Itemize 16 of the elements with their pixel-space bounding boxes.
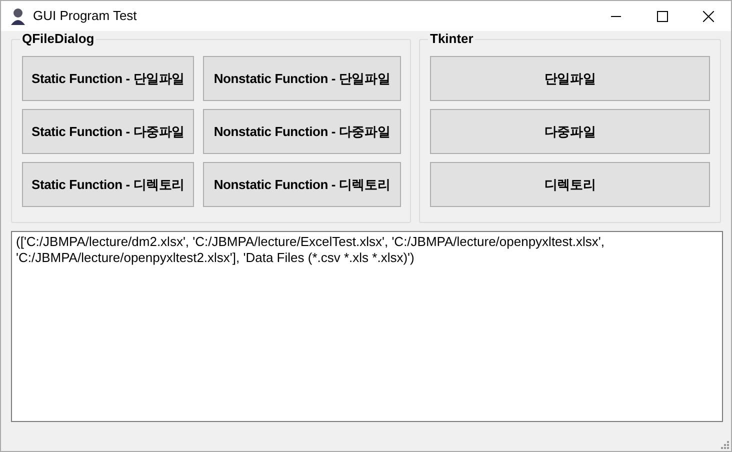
action-button[interactable]: 단일파일 (430, 56, 710, 101)
action-button[interactable]: Static Function - 다중파일 (22, 109, 194, 154)
output-text-area[interactable]: (['C:/JBMPA/lecture/dm2.xlsx', 'C:/JBMPA/lecture/ExcelTest.xlsx', 'C:/JBMPA/lecture/openpyxltest.xlsx', 'C:/JBMPA/lecture/openpyxltest2.xlsx'], 'Data Files (*.csv *.xls *.xlsx)') (11, 231, 723, 422)
window-title: GUI Program Test (33, 7, 137, 26)
action-button[interactable]: Nonstatic Function - 다중파일 (203, 109, 401, 154)
action-button[interactable]: Static Function - 디렉토리 (22, 162, 194, 207)
action-button[interactable]: Nonstatic Function - 단일파일 (203, 56, 401, 101)
action-button[interactable]: Static Function - 단일파일 (22, 56, 194, 101)
app-icon (9, 7, 27, 25)
maximize-icon (656, 10, 668, 22)
action-button[interactable]: 디렉토리 (430, 162, 710, 207)
action-button[interactable]: Nonstatic Function - 디렉토리 (203, 162, 401, 207)
size-grip-icon (720, 440, 729, 449)
action-button[interactable]: 다중파일 (430, 109, 710, 154)
close-icon (702, 10, 714, 22)
group-title: QFileDialog (20, 31, 96, 47)
